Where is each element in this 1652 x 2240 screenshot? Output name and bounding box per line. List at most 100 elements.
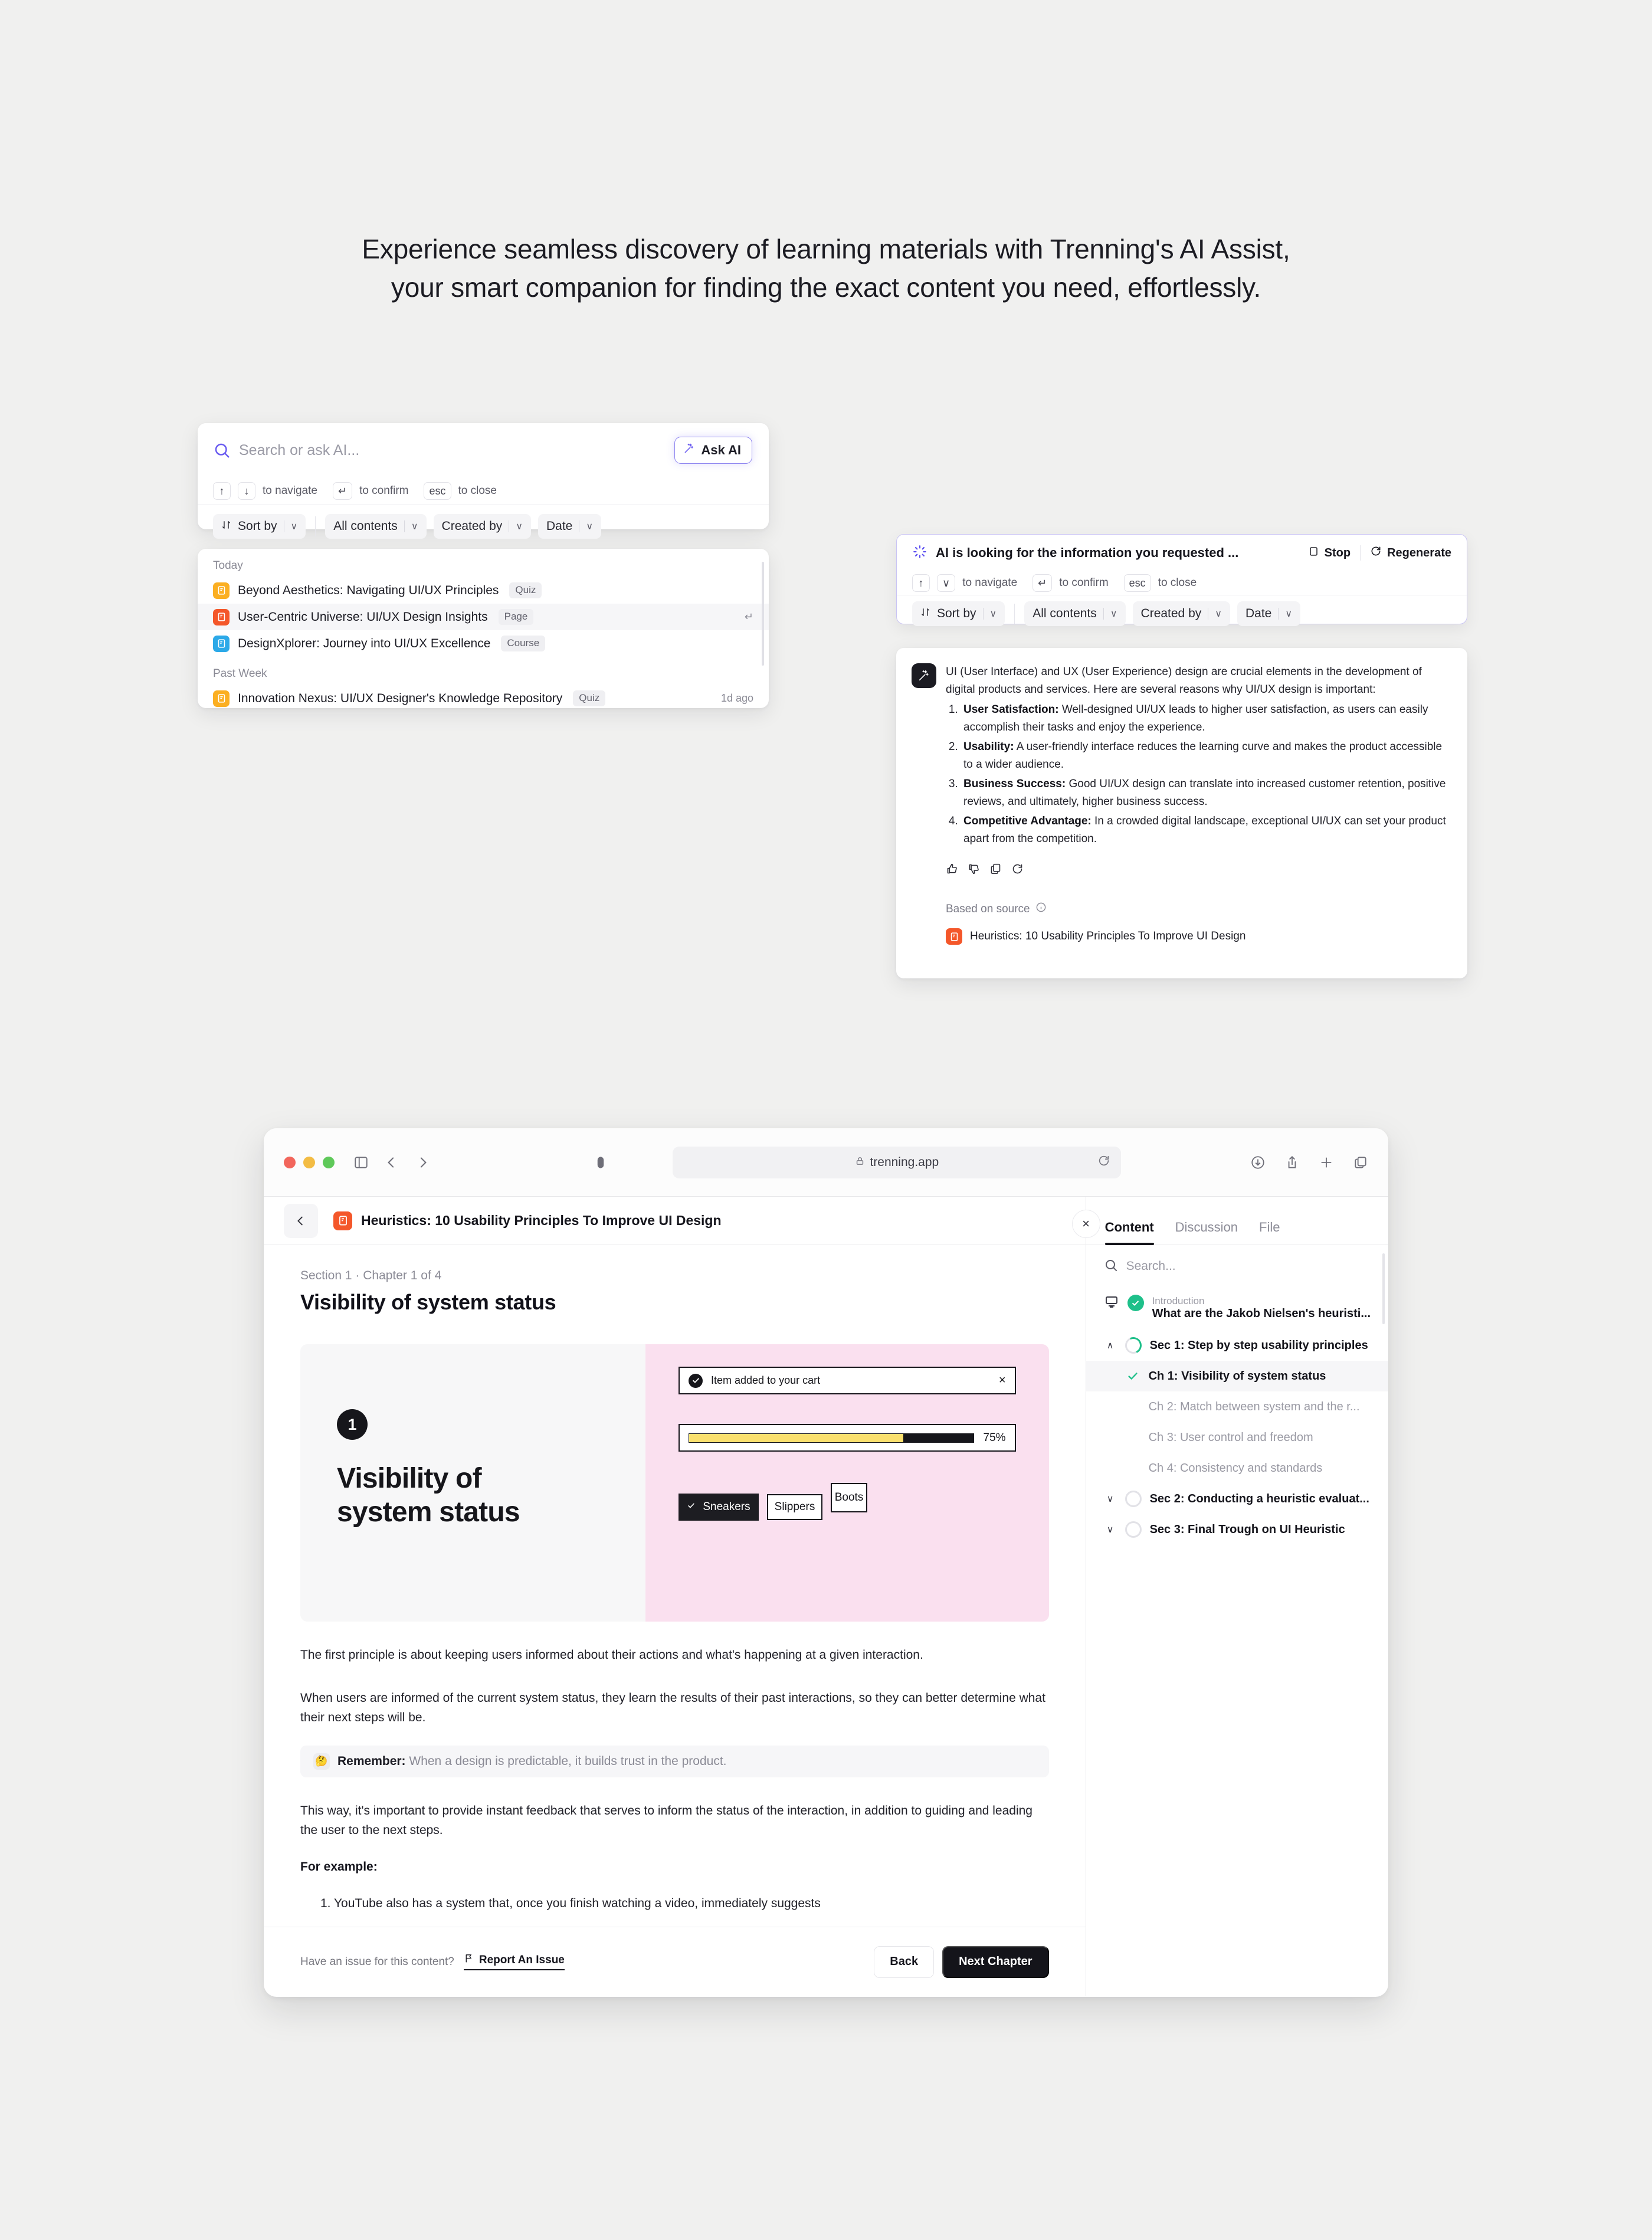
tab-overview-icon[interactable] [1353,1155,1368,1170]
tab-discussion[interactable]: Discussion [1175,1220,1238,1245]
ask-ai-button[interactable]: Ask AI [674,437,752,464]
ai-answer-text: UI (User Interface) and UX (User Experie… [946,663,1452,850]
tree-item-section-2[interactable]: ∨ Sec 2: Conducting a heuristic evaluat.… [1086,1483,1388,1514]
back-chapter-button[interactable]: Back [874,1946,935,1978]
stop-button[interactable]: Stop [1308,546,1351,561]
report-issue-label: Report An Issue [478,1953,565,1966]
filter-label: Sort by [937,607,976,620]
search-results-panel: Today Beyond Aesthetics: Navigating UI/U… [198,549,769,708]
chip-slippers[interactable]: Slippers [767,1494,822,1520]
hint-navigate: to navigate [962,577,1018,589]
filter-date[interactable]: Date ∨ [1237,601,1301,626]
reader-view-icon[interactable] [593,1155,608,1170]
filter-created-by[interactable]: Created by ∨ [1132,601,1230,626]
app-header: Heuristics: 10 Usability Principles To I… [264,1197,1086,1245]
toast-text: Item added to your cart [711,1374,821,1386]
arrow-up-key: ↑ [912,574,930,592]
filter-label: All contents [333,519,398,533]
tree-item-section-3[interactable]: ∨ Sec 3: Final Trough on UI Heuristic [1086,1514,1388,1545]
search-row: Ask AI [198,423,769,477]
filter-all-contents[interactable]: All contents ∨ [325,514,427,539]
tree-item-section-1[interactable]: ∧ Sec 1: Step by step usability principl… [1086,1330,1388,1361]
share-icon[interactable] [1284,1155,1300,1170]
minimize-window-dot[interactable] [303,1156,315,1168]
reload-icon[interactable] [1097,1154,1110,1170]
filter-date[interactable]: Date ∨ [537,514,602,539]
sidebar-scrollbar[interactable] [1382,1253,1385,1324]
sidebar-search-input[interactable] [1126,1259,1371,1273]
filter-sort-by[interactable]: Sort by ∨ [912,601,1005,626]
filter-all-contents[interactable]: All contents ∨ [1024,601,1126,626]
tab-content[interactable]: Content [1104,1220,1154,1245]
results-scrollbar[interactable] [762,562,764,666]
result-title: Innovation Nexus: UI/UX Designer's Knowl… [238,691,563,705]
tree-item-chapter-1[interactable]: Ch 1: Visibility of system status [1086,1361,1388,1391]
source-item[interactable]: Heuristics: 10 Usability Principles To I… [896,916,1467,945]
source-title: Heuristics: 10 Usability Principles To I… [970,930,1246,943]
progress-bar-demo: 75% [678,1424,1016,1452]
example-list-item-1: 1. YouTube also has a system that, once … [320,1896,821,1910]
filter-sort-by[interactable]: Sort by ∨ [213,514,306,539]
address-bar[interactable]: trenning.app [673,1146,1122,1178]
source-label: Based on source [946,902,1030,915]
regenerate-icon[interactable] [1011,863,1024,878]
thumbs-up-icon[interactable] [946,863,958,878]
tree-item-label: Ch 4: Consistency and standards [1148,1461,1323,1475]
close-sidebar-button[interactable]: × [1071,1210,1100,1238]
list-item[interactable]: Beyond Aesthetics: Navigating UI/UX Prin… [198,577,769,604]
enter-key: ↵ [1032,574,1053,592]
tree-item-introduction[interactable]: Introduction What are the Jakob Nielsen'… [1086,1291,1388,1330]
forward-arrow-icon[interactable] [415,1155,430,1170]
chip-sneakers[interactable]: Sneakers [678,1494,759,1521]
tree-item-text: Introduction What are the Jakob Nielsen'… [1152,1295,1371,1321]
report-issue-link[interactable]: Report An Issue [463,1953,565,1970]
back-button[interactable] [284,1203,318,1238]
maximize-window-dot[interactable] [323,1156,335,1168]
chevron-down-icon[interactable]: ∨ [1104,1493,1117,1505]
tree-item-chapter-3[interactable]: Ch 3: User control and freedom [1086,1422,1388,1453]
paragraph-1: The first principle is about keeping use… [300,1648,923,1662]
chip-boots[interactable]: Boots [831,1483,867,1512]
info-icon[interactable] [1035,902,1047,916]
ask-ai-label: Ask AI [701,443,741,457]
list-item[interactable]: DesignXplorer: Journey into UI/UX Excell… [198,630,769,657]
document-title: Heuristics: 10 Usability Principles To I… [361,1213,722,1228]
ai-sparkle-avatar-icon [912,663,936,688]
copy-icon[interactable] [989,863,1002,878]
chevron-down-icon[interactable]: ∨ [1104,1524,1117,1535]
list-item[interactable]: Innovation Nexus: UI/UX Designer's Knowl… [198,685,769,708]
progress-track [689,1433,974,1443]
illustration-right: Item added to your cart × 75% Sneakers S… [645,1344,1049,1622]
hint-confirm: to confirm [1059,577,1109,589]
filter-created-by[interactable]: Created by ∨ [433,514,531,539]
document-icon [333,1211,352,1230]
close-window-dot[interactable] [284,1156,296,1168]
sidebar-toggle-icon[interactable] [353,1155,369,1170]
back-arrow-icon[interactable] [384,1155,399,1170]
footer-buttons: Back Next Chapter [874,1946,1049,1978]
tree-item-chapter-2[interactable]: Ch 2: Match between system and the r... [1086,1391,1388,1422]
new-tab-icon[interactable] [1319,1155,1334,1170]
next-chapter-button[interactable]: Next Chapter [942,1946,1049,1978]
tree-item-label: What are the Jakob Nielsen's heuristi... [1152,1307,1371,1321]
refresh-icon [1370,545,1382,561]
page-icon [946,928,962,945]
downloads-icon[interactable] [1250,1155,1266,1170]
tab-file[interactable]: File [1259,1220,1280,1245]
list-item[interactable]: User-Centric Universe: UI/UX Design Insi… [198,604,769,630]
list-item: Competitive Advantage: In a crowded digi… [961,813,1452,848]
filter-label: Date [1245,607,1272,620]
tree-item-chapter-4[interactable]: Ch 4: Consistency and standards [1086,1453,1388,1483]
page-root: Experience seamless discovery of learnin… [0,0,1652,2240]
check-circle-icon [689,1373,703,1388]
ai-status-panel: AI is looking for the information you re… [896,534,1467,626]
enter-hint-icon: ↵ [744,611,753,623]
close-icon[interactable]: × [999,1374,1006,1387]
tree-item-label: Sec 1: Step by step usability principles [1149,1338,1368,1352]
search-input[interactable] [231,441,675,459]
thumbs-down-icon[interactable] [968,863,980,878]
chevron-up-icon[interactable]: ∧ [1104,1340,1117,1351]
regenerate-button[interactable]: Regenerate [1370,545,1451,561]
chevron-down-icon: ∨ [1215,609,1222,619]
keyboard-hints: ↑ ∨ to navigate ↵ to confirm esc to clos… [897,571,1467,595]
